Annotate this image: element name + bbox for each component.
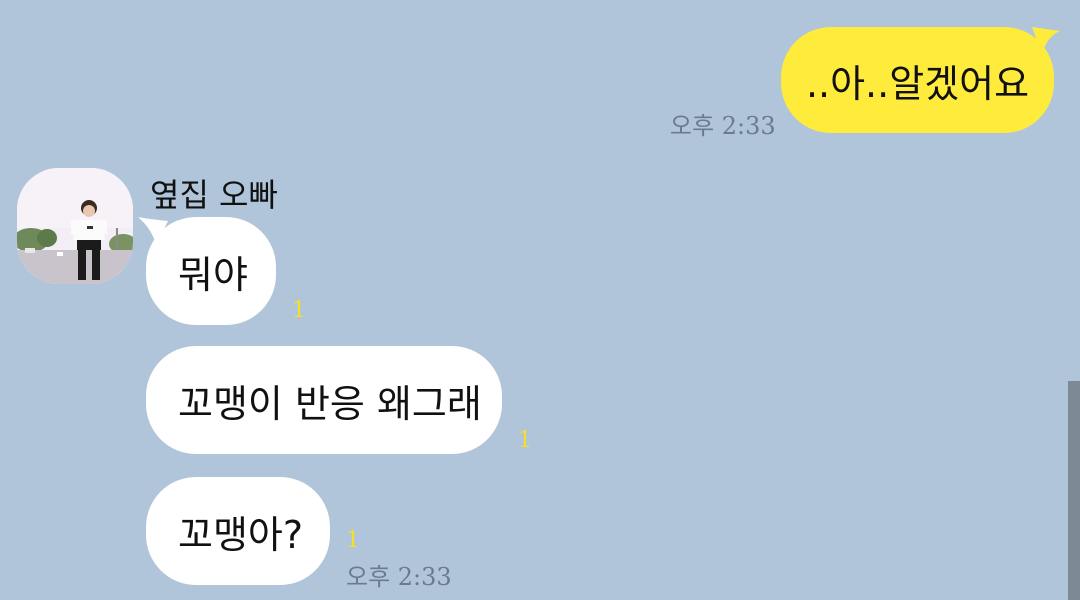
- outgoing-message-bubble[interactable]: ..아..알겠어요: [781, 27, 1054, 133]
- avatar[interactable]: [17, 168, 133, 284]
- outgoing-timestamp: 오후 2:33: [670, 112, 776, 140]
- incoming-timestamp: 오후 2:33: [346, 563, 452, 591]
- scrollbar-thumb[interactable]: [1068, 381, 1080, 600]
- incoming-message-text: 꼬맹아?: [178, 512, 304, 557]
- sender-name: 옆집 오빠: [150, 176, 278, 214]
- incoming-message-text: 꼬맹이 반응 왜그래: [178, 381, 482, 426]
- outgoing-bubble-tail: [1032, 27, 1060, 55]
- chat-room: ..아..알겠어요 오후 2:33 옆집 오빠 뭐야 1 꼬맹이 반응 왜그래 …: [0, 0, 1080, 600]
- outgoing-message-text: ..아..알겠어요: [805, 61, 1030, 106]
- incoming-message-text: 뭐야: [178, 252, 248, 297]
- unread-count: 1: [346, 528, 360, 553]
- incoming-message-bubble[interactable]: 꼬맹아?: [146, 477, 330, 585]
- profile-photo-icon: [17, 168, 133, 284]
- incoming-message-bubble[interactable]: 꼬맹이 반응 왜그래: [146, 346, 502, 454]
- unread-count: 1: [292, 298, 306, 323]
- unread-count: 1: [518, 428, 532, 453]
- incoming-message-bubble[interactable]: 뭐야: [146, 217, 276, 325]
